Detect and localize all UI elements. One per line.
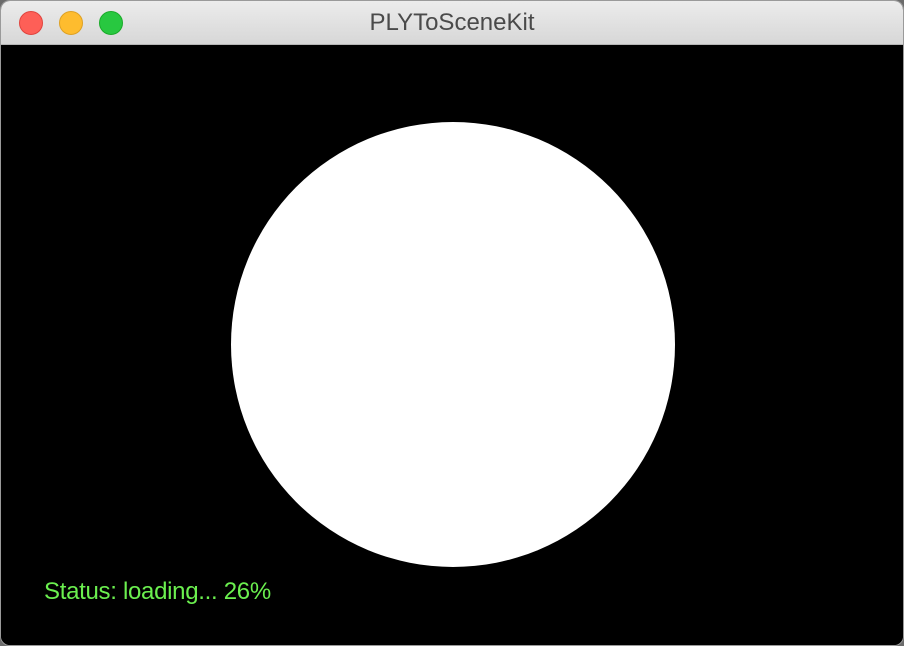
window-title: PLYToSceneKit: [369, 9, 535, 36]
rendered-sphere: [231, 122, 675, 567]
status-label: Status: loading... 26%: [44, 578, 271, 605]
app-window: PLYToSceneKit Status: loading... 26%: [0, 0, 904, 646]
title-bar[interactable]: PLYToSceneKit: [1, 1, 903, 45]
scenekit-view[interactable]: Status: loading... 26%: [1, 45, 903, 645]
